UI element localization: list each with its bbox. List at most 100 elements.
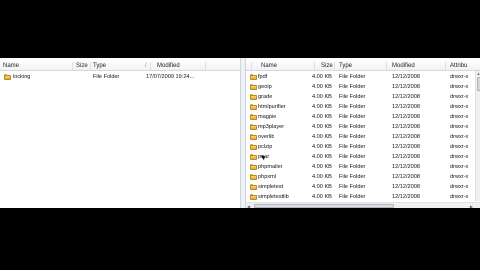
- column-modified[interactable]: Modified: [157, 63, 180, 69]
- item-size: 4.00 KB: [312, 184, 332, 190]
- item-size: 4.00 KB: [312, 144, 332, 150]
- horizontal-scrollbar[interactable]: ◀ ▶: [246, 202, 480, 208]
- vertical-scrollbar[interactable]: ▲: [475, 71, 480, 201]
- column-type[interactable]: Type: [93, 63, 106, 69]
- item-type: File Folder: [339, 184, 366, 190]
- folder-icon: [250, 183, 257, 190]
- column-size[interactable]: Size: [76, 63, 88, 69]
- column-divider[interactable]: [251, 62, 252, 70]
- item-modified: 12/12/2008: [392, 74, 420, 80]
- folder-icon: [250, 193, 257, 200]
- item-size: 4.00 KB: [312, 134, 332, 140]
- item-modified: 12/12/2008: [392, 174, 420, 180]
- item-type: File Folder: [339, 84, 366, 90]
- scroll-left-icon[interactable]: ◀: [247, 204, 250, 209]
- item-size: 4.00 KB: [312, 164, 332, 170]
- scroll-right-icon[interactable]: ▶: [470, 204, 473, 209]
- item-name: geoip: [258, 84, 272, 90]
- column-modified[interactable]: Modified: [392, 63, 415, 69]
- item-type: File Folder: [339, 114, 366, 120]
- item-type: File Folder: [339, 174, 366, 180]
- column-divider[interactable]: [72, 62, 73, 70]
- item-modified: 12/12/2008: [392, 94, 420, 100]
- horizontal-scroll-thumb[interactable]: [254, 203, 394, 208]
- column-type-resize-mark: /: [145, 63, 147, 69]
- folder-icon: [250, 123, 257, 130]
- column-divider[interactable]: [205, 62, 206, 70]
- item-name: simpletest: [258, 184, 284, 190]
- local-column-header: Name Size Type / Modified: [0, 61, 240, 71]
- item-attributes: drwxr-x: [450, 164, 469, 170]
- item-attributes: drwxr-x: [450, 184, 469, 190]
- list-item[interactable]: overlib 4.00 KB File Folder 12/12/2008 d…: [246, 132, 480, 142]
- folder-icon: [250, 153, 257, 160]
- item-size: 4.00 KB: [312, 124, 332, 130]
- list-item[interactable]: simpletest 4.00 KB File Folder 12/12/200…: [246, 182, 480, 192]
- item-name: fpdf: [258, 74, 268, 80]
- item-modified: 12/12/2008: [392, 104, 420, 110]
- column-name[interactable]: Name: [3, 63, 19, 69]
- column-divider[interactable]: [150, 62, 151, 70]
- item-modified: 12/12/2008: [392, 124, 420, 130]
- folder-icon: [250, 73, 257, 80]
- item-modified: 12/12/2008: [392, 194, 420, 200]
- item-modified: 12/12/2008: [392, 164, 420, 170]
- item-name: phpxml: [258, 174, 277, 180]
- column-divider[interactable]: [314, 62, 315, 70]
- folder-icon: [250, 143, 257, 150]
- column-divider[interactable]: [90, 62, 91, 70]
- folder-icon: [250, 133, 257, 140]
- vertical-scroll-thumb[interactable]: [476, 77, 480, 91]
- folder-icon: [250, 83, 257, 90]
- item-modified: 12/12/2008: [392, 84, 420, 90]
- remote-file-pane: Name Size Type Modified Attribu fpdf 4.0…: [246, 58, 480, 208]
- list-item[interactable]: mp3player 4.00 KB File Folder 12/12/2008…: [246, 122, 480, 132]
- list-item[interactable]: locking File Folder 17/07/2009 19:24...: [0, 72, 240, 82]
- folder-icon: [4, 73, 11, 80]
- list-item[interactable]: geoip 4.00 KB File Folder 12/12/2008 drw…: [246, 82, 480, 92]
- list-item[interactable]: htmlpurifier 4.00 KB File Folder 12/12/2…: [246, 102, 480, 112]
- item-type: File Folder: [339, 134, 366, 140]
- item-attributes: drwxr-x: [450, 104, 469, 110]
- item-name: magpie: [258, 114, 277, 120]
- item-modified: 12/12/2008: [392, 154, 420, 160]
- item-size: 4.00 KB: [312, 74, 332, 80]
- item-type: File Folder: [339, 194, 366, 200]
- item-name: mp3player: [258, 124, 285, 130]
- folder-icon: [250, 173, 257, 180]
- column-divider[interactable]: [445, 62, 446, 70]
- column-divider[interactable]: [386, 62, 387, 70]
- item-name: htmlpurifier: [258, 104, 286, 110]
- folder-icon: [250, 103, 257, 110]
- remote-column-header: Name Size Type Modified Attribu: [246, 61, 480, 71]
- column-name[interactable]: Name: [261, 63, 277, 69]
- folder-icon: [250, 163, 257, 170]
- item-attributes: drwxr-x: [450, 124, 469, 130]
- item-name: locking: [13, 74, 31, 80]
- item-modified: 12/12/2008: [392, 144, 420, 150]
- list-item[interactable]: phpxml 4.00 KB File Folder 12/12/2008 dr…: [246, 172, 480, 182]
- item-attributes: drwxr-x: [450, 174, 469, 180]
- scroll-up-icon[interactable]: ▲: [477, 71, 480, 76]
- column-divider[interactable]: [334, 62, 335, 70]
- list-item[interactable]: phpmailer 4.00 KB File Folder 12/12/2008…: [246, 162, 480, 172]
- item-modified: 17/07/2009 19:24...: [146, 74, 195, 80]
- item-type: File Folder: [93, 74, 120, 80]
- column-type[interactable]: Type: [339, 63, 352, 69]
- list-item[interactable]: fpdf 4.00 KB File Folder 12/12/2008 drwx…: [246, 72, 480, 82]
- column-size[interactable]: Size: [321, 63, 333, 69]
- list-item[interactable]: magpie 4.00 KB File Folder 12/12/2008 dr…: [246, 112, 480, 122]
- item-name: simpletestlib: [258, 194, 289, 200]
- list-item[interactable]: pear 4.00 KB File Folder 12/12/2008 drwx…: [246, 152, 480, 162]
- list-item[interactable]: simpletestlib 4.00 KB File Folder 12/12/…: [246, 192, 480, 200]
- item-attributes: drwxr-x: [450, 134, 469, 140]
- ftp-file-manager: Name Size Type / Modified locking File F…: [0, 58, 480, 208]
- list-item[interactable]: pclzip 4.00 KB File Folder 12/12/2008 dr…: [246, 142, 480, 152]
- item-attributes: drwxr-x: [450, 94, 469, 100]
- column-attributes[interactable]: Attribu: [450, 63, 467, 69]
- list-item[interactable]: grade 4.00 KB File Folder 12/12/2008 drw…: [246, 92, 480, 102]
- item-type: File Folder: [339, 124, 366, 130]
- item-size: 4.00 KB: [312, 174, 332, 180]
- item-name: grade: [258, 94, 273, 100]
- item-attributes: drwxr-x: [450, 114, 469, 120]
